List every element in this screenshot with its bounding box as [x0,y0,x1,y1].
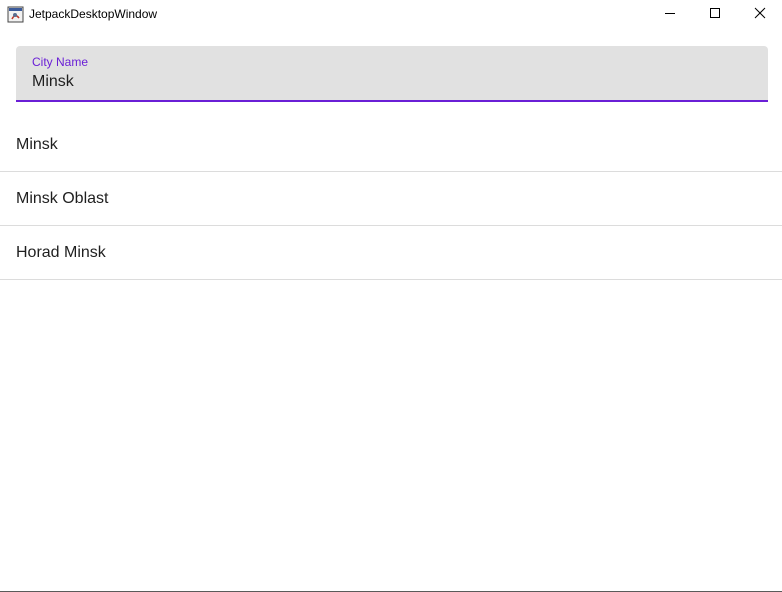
maximize-button[interactable] [692,0,738,30]
maximize-icon [709,6,721,24]
city-result-item[interactable]: Minsk Oblast [0,172,782,226]
close-button[interactable] [737,0,782,30]
title-bar[interactable]: JetpackDesktopWindow [0,0,782,30]
city-result-label: Horad Minsk [16,244,106,261]
window-title: JetpackDesktopWindow [29,7,158,21]
app-window: JetpackDesktopWindow City Name Minsk Min… [0,0,782,592]
city-name-field[interactable]: City Name [16,46,768,102]
city-name-label: City Name [32,55,89,69]
minimize-button[interactable] [647,0,693,30]
minimize-icon [664,6,676,24]
city-result-item[interactable]: Horad Minsk [0,226,782,280]
city-result-label: Minsk Oblast [16,190,109,207]
close-icon [754,6,766,24]
city-results-list: Minsk Minsk Oblast Horad Minsk [0,118,782,280]
city-result-label: Minsk [16,136,58,153]
city-name-input[interactable] [32,71,732,93]
java-app-icon [7,6,24,23]
city-result-item[interactable]: Minsk [0,118,782,172]
